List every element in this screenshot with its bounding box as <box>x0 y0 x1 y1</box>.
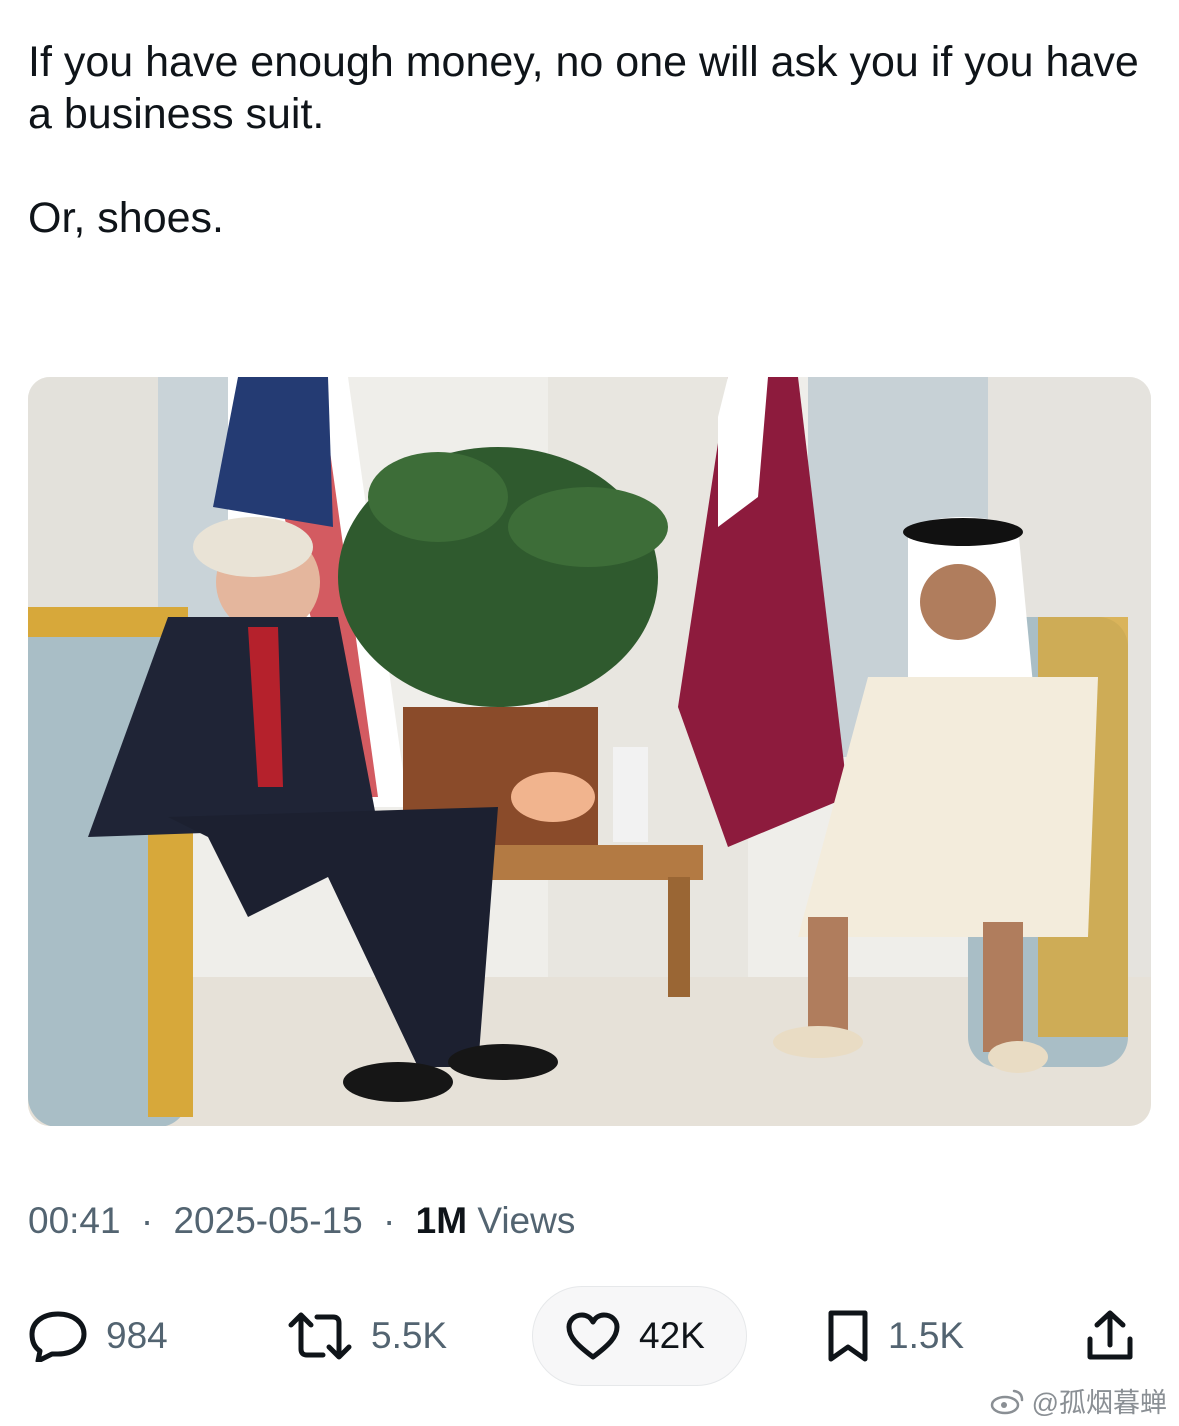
repost-count: 5.5K <box>371 1315 448 1356</box>
share-button[interactable] <box>1085 1286 1135 1386</box>
tweet-text-line-2: Or, shoes. <box>28 194 224 242</box>
reply-button[interactable]: 984 <box>28 1286 168 1386</box>
tweet-text: If you have enough money, no one will as… <box>28 36 1148 244</box>
tweet-action-bar: 984 5.5K 42K 1.5K <box>0 1286 1179 1386</box>
repost-button[interactable]: 5.5K <box>287 1286 447 1386</box>
reply-count: 984 <box>106 1315 168 1356</box>
meta-separator: · <box>140 1200 154 1241</box>
tweet-date[interactable]: 2025-05-15 <box>173 1200 362 1241</box>
like-icon <box>566 1312 620 1360</box>
reply-icon <box>29 1311 87 1362</box>
like-count: 42K <box>639 1315 705 1356</box>
like-button[interactable]: 42K <box>565 1286 705 1386</box>
bookmark-button[interactable]: 1.5K <box>826 1286 964 1386</box>
views-label: Views <box>477 1200 576 1241</box>
tweet-photo[interactable] <box>28 377 1151 1126</box>
views-count: 1M <box>415 1200 468 1241</box>
tweet-time[interactable]: 00:41 <box>28 1200 121 1241</box>
tweet-text-line-1: If you have enough money, no one will as… <box>28 38 1139 138</box>
weibo-icon <box>990 1389 1023 1414</box>
meta-separator: · <box>383 1200 396 1241</box>
watermark: @孤烟暮蝉 <box>990 1381 1167 1420</box>
watermark-text: @孤烟暮蝉 <box>1031 1388 1167 1418</box>
repost-icon <box>288 1312 352 1360</box>
share-icon <box>1087 1310 1133 1360</box>
bookmark-count: 1.5K <box>888 1315 965 1356</box>
tweet-meta: 00:41 · 2025-05-15 · 1M Views <box>28 1200 575 1242</box>
meeting-photo-illustration <box>28 377 1151 1126</box>
bookmark-icon <box>828 1310 868 1362</box>
